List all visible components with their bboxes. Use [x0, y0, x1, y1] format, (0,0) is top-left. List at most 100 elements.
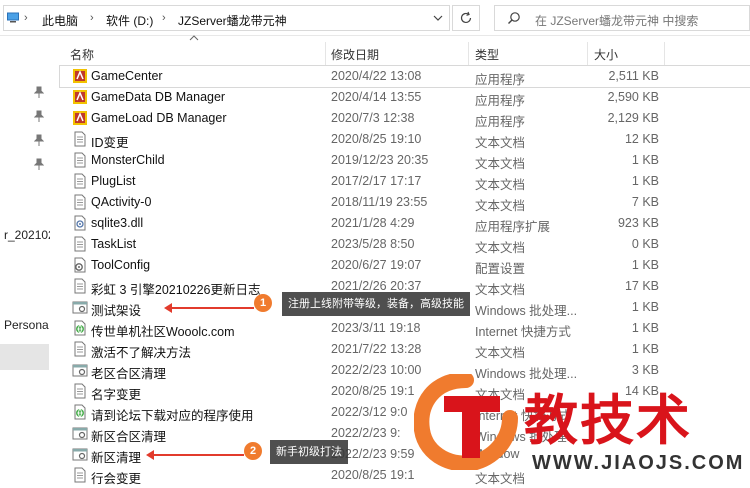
file-type: 应用程序 — [475, 73, 526, 87]
column-header-type[interactable]: 类型 — [475, 46, 499, 63]
file-date: 2023/5/28 8:50 — [331, 237, 415, 251]
file-size: 1 KB — [631, 321, 659, 335]
refresh-button[interactable] — [452, 5, 480, 31]
file-size: 2,590 KB — [607, 90, 659, 104]
file-row[interactable]: GameData DB Manager 2020/4/14 13:55 应用程序 2,… — [60, 87, 750, 108]
batch-icon — [72, 448, 88, 461]
file-row[interactable]: MonsterChild 2019/12/23 20:35 文本文档 1 KB — [60, 150, 750, 171]
chevron-right-icon: › — [162, 12, 166, 24]
chevron-right-icon: › — [24, 12, 28, 24]
file-type: Internet 快捷方式 — [475, 325, 571, 339]
pin-icon[interactable] — [34, 158, 44, 170]
watermark-logo-icon — [414, 374, 518, 470]
file-date: 2020/8/25 19:10 — [331, 132, 422, 146]
file-size: 1 KB — [631, 153, 659, 167]
file-size: 1 KB — [631, 342, 659, 356]
column-header-date[interactable]: 修改日期 — [331, 46, 379, 63]
column-divider[interactable] — [468, 42, 469, 66]
file-name: 传世单机社区Wooolc.com — [91, 325, 235, 339]
breadcrumb-current-folder[interactable]: JZServer蟠龙带元神 — [178, 12, 287, 29]
file-name: PlugList — [91, 174, 136, 188]
column-header-size[interactable]: 大小 — [594, 46, 618, 63]
navigation-pane: r_202102 Persona — [0, 36, 50, 488]
file-name: 行会变更 — [91, 472, 142, 486]
chevron-right-icon: › — [90, 12, 94, 24]
column-divider[interactable] — [664, 42, 665, 66]
file-date: 2020/4/22 13:08 — [331, 69, 422, 83]
nav-item-folder[interactable]: r_202102 — [4, 228, 50, 242]
batch-icon — [72, 427, 88, 440]
column-divider[interactable] — [325, 42, 326, 66]
file-type: 文本文档 — [475, 283, 526, 297]
file-row[interactable]: sqlite3.dll 2021/1/28 4:29 应用程序扩展 923 KB — [60, 213, 750, 234]
file-name: TaskList — [91, 237, 137, 251]
file-date: 2021/7/22 13:28 — [331, 342, 422, 356]
search-icon — [508, 12, 520, 24]
column-divider[interactable] — [587, 42, 588, 66]
file-row[interactable]: TaskList 2023/5/28 8:50 文本文档 0 KB — [60, 234, 750, 255]
search-input[interactable]: 在 JZServer蟠龙带元神 中搜索 — [535, 12, 698, 29]
file-type: 文本文档 — [475, 241, 526, 255]
text-file-icon — [74, 194, 86, 210]
file-date: 2018/11/19 23:55 — [331, 195, 428, 209]
file-date: 2020/6/27 19:07 — [331, 258, 422, 272]
file-type: 应用程序 — [475, 94, 526, 108]
file-type: 文本文档 — [475, 346, 526, 360]
file-row[interactable]: 传世单机社区Wooolc.com 2023/3/11 19:18 Internet … — [60, 318, 750, 339]
text-file-icon — [74, 131, 86, 147]
file-size: 1 KB — [631, 174, 659, 188]
file-name: ID变更 — [91, 136, 129, 150]
file-type: 应用程序扩展 — [475, 220, 551, 234]
text-file-icon — [74, 236, 86, 252]
file-name: ToolConfig — [91, 258, 151, 272]
refresh-icon — [460, 11, 472, 24]
text-file-icon — [74, 467, 86, 483]
file-name: GameCenter — [91, 69, 163, 83]
chevron-down-icon[interactable] — [424, 11, 452, 27]
file-type: 文本文档 — [475, 178, 526, 192]
config-icon — [74, 257, 86, 273]
file-size: 2,129 KB — [607, 111, 659, 125]
file-size: 923 KB — [617, 216, 659, 230]
nav-item-selected-highlight[interactable] — [0, 344, 49, 370]
file-date: 2020/8/25 19:1 — [331, 468, 415, 482]
web-shortcut-icon — [74, 320, 86, 336]
app-icon — [73, 90, 87, 104]
file-name: sqlite3.dll — [91, 216, 144, 230]
text-file-icon — [74, 278, 86, 294]
file-name: MonsterChild — [91, 153, 165, 167]
search-box[interactable]: 在 JZServer蟠龙带元神 中搜索 — [494, 5, 750, 31]
file-row[interactable]: GameCenter 2020/4/22 13:08 应用程序 2,511 KB — [59, 65, 750, 88]
file-name: 测试架设 — [91, 304, 142, 318]
file-date: 2022/2/23 9: — [331, 426, 401, 440]
file-name: 老区合区清理 — [91, 367, 167, 381]
pin-icon[interactable] — [34, 110, 44, 122]
annotation-badge-1: 1 — [254, 294, 272, 312]
annotation-tooltip-1: 注册上线附带等级，装备，高级技能 — [282, 292, 470, 316]
file-row[interactable]: ToolConfig 2020/6/27 19:07 配置设置 1 KB — [60, 255, 750, 276]
watermark-text: 教技术 — [524, 389, 692, 452]
nav-item-personal[interactable]: Persona — [4, 318, 50, 332]
file-row[interactable]: QActivity-0 2018/11/19 23:55 文本文档 7 KB — [60, 192, 750, 213]
pin-icon[interactable] — [34, 86, 44, 98]
breadcrumb-drive-d[interactable]: 软件 (D:) — [106, 12, 153, 29]
annotation-arrow-1 — [164, 303, 254, 313]
column-header-name[interactable]: 名称 — [70, 46, 94, 63]
address-bar[interactable]: › 此电脑 › 软件 (D:) › JZServer蟠龙带元神 — [3, 5, 450, 31]
pin-icon[interactable] — [34, 134, 44, 146]
computer-icon — [7, 12, 19, 23]
file-size: 2,511 KB — [608, 69, 659, 83]
file-type: 配置设置 — [475, 262, 526, 276]
annotation-arrow-2 — [146, 450, 244, 460]
web-shortcut-icon — [74, 404, 86, 420]
file-size: 17 KB — [624, 279, 659, 293]
file-row[interactable]: GameLoad DB Manager 2020/7/3 12:38 应用程序 2,1… — [60, 108, 750, 129]
file-row[interactable]: ID变更 2020/8/25 19:10 文本文档 12 KB — [60, 129, 750, 150]
file-date: 2022/3/12 9:0 — [331, 405, 408, 419]
file-row[interactable]: PlugList 2017/2/17 17:17 文本文档 1 KB — [60, 171, 750, 192]
breadcrumb-this-pc[interactable]: 此电脑 — [42, 12, 78, 29]
file-date: 2020/8/25 19:1 — [331, 384, 415, 398]
file-row[interactable]: 激活不了解决方法 2021/7/22 13:28 文本文档 1 KB — [60, 339, 750, 360]
file-date: 2017/2/17 17:17 — [331, 174, 422, 188]
file-name: 彩虹 3 引擎20210226更新日志 — [91, 283, 261, 297]
